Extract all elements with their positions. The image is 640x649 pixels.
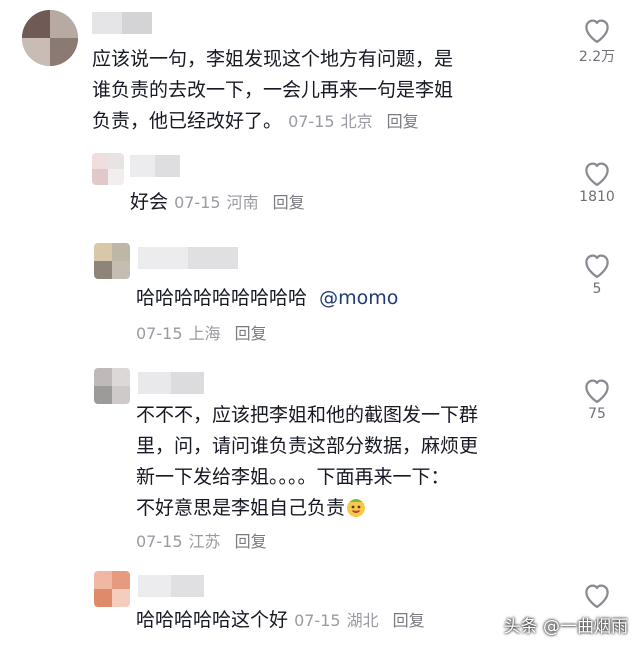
heart-icon bbox=[585, 19, 609, 43]
comment-text: 不不不，应该把李姐和他的截图发一下群 里，问，请问谁负责这部分数据，麻烦更 新一… bbox=[136, 400, 556, 557]
comment-date: 07-15 bbox=[174, 193, 221, 212]
avatar[interactable] bbox=[92, 153, 124, 185]
reply-button[interactable]: 回复 bbox=[273, 193, 305, 212]
comment-item: 哈哈哈哈哈哈哈哈哈 @momo 07-15 上海 回复 5 bbox=[0, 233, 640, 360]
like-button[interactable]: 1810 bbox=[568, 159, 626, 205]
comment-line: 不好意思是李姐自己负责 bbox=[136, 497, 346, 519]
comment-text: 好会 07-15 河南 回复 bbox=[130, 187, 530, 218]
comment-item: 应该说一句，李姐发现这个地方有问题，是 谁负责的去改一下，一会儿再来一句是李姐 … bbox=[0, 0, 640, 145]
comment-line: 谁负责的去改一下，一会儿再来一句是李姐 bbox=[92, 79, 454, 101]
comment-date: 07-15 bbox=[136, 532, 183, 551]
username-blurred[interactable] bbox=[130, 155, 180, 177]
heart-icon bbox=[585, 584, 609, 608]
like-count: 5 bbox=[592, 281, 602, 297]
reply-button[interactable]: 回复 bbox=[235, 324, 267, 343]
mention-link[interactable]: @momo bbox=[319, 287, 398, 309]
like-button[interactable]: 75 bbox=[568, 376, 626, 422]
like-count: 75 bbox=[588, 406, 606, 422]
comment-line: 哈哈哈哈哈这个好 bbox=[136, 609, 289, 631]
heart-icon bbox=[585, 254, 609, 278]
like-button[interactable]: 2.2万 bbox=[568, 16, 626, 66]
reply-button[interactable]: 回复 bbox=[235, 532, 267, 551]
comment-line: 好会 bbox=[130, 191, 169, 213]
username-blurred[interactable] bbox=[138, 247, 238, 269]
comment-date: 07-15 bbox=[288, 112, 335, 131]
comment-item: 不不不，应该把李姐和他的截图发一下群 里，问，请问谁负责这部分数据，麻烦更 新一… bbox=[0, 360, 640, 565]
username-blurred[interactable] bbox=[92, 12, 152, 34]
comment-line: 新一下发给李姐。。。。下面再来一下： bbox=[136, 466, 450, 488]
reply-button[interactable]: 回复 bbox=[387, 112, 419, 131]
comment-location: 北京 bbox=[340, 112, 373, 131]
watermark: 头条 @一曲烟雨 bbox=[503, 617, 628, 637]
comment-line: 负责，他已经改好了。 bbox=[92, 110, 283, 132]
like-count: 2.2万 bbox=[578, 49, 616, 65]
avatar[interactable] bbox=[94, 243, 130, 279]
comment-line: 不不不，应该把李姐和他的截图发一下群 bbox=[136, 404, 479, 426]
comment-date: 07-15 bbox=[136, 324, 183, 343]
comment-item: 好会 07-15 河南 回复 1810 bbox=[0, 145, 640, 233]
avatar[interactable] bbox=[94, 571, 130, 607]
avatar[interactable] bbox=[22, 10, 78, 66]
comment-line: 应该说一句，李姐发现这个地方有问题，是 bbox=[92, 48, 454, 70]
comment-location: 湖北 bbox=[346, 611, 379, 630]
comment-text: 应该说一句，李姐发现这个地方有问题，是 谁负责的去改一下，一会儿再来一句是李姐 … bbox=[92, 44, 552, 137]
like-count: 1810 bbox=[579, 189, 615, 205]
comment-text: 哈哈哈哈哈哈哈哈哈 @momo 07-15 上海 回复 bbox=[136, 283, 536, 349]
username-blurred[interactable] bbox=[138, 575, 204, 597]
comment-line: 里，问，请问谁负责这部分数据，麻烦更 bbox=[136, 435, 479, 457]
heart-icon bbox=[585, 162, 609, 186]
like-button[interactable]: 5 bbox=[568, 251, 626, 297]
comment-text: 哈哈哈哈哈这个好 07-15 湖北 回复 bbox=[136, 605, 516, 636]
avatar[interactable] bbox=[94, 368, 130, 404]
username-blurred[interactable] bbox=[138, 372, 204, 394]
like-button[interactable] bbox=[568, 581, 626, 609]
comment-location: 江苏 bbox=[188, 532, 221, 551]
heart-icon bbox=[585, 379, 609, 403]
comment-date: 07-15 bbox=[294, 611, 341, 630]
comment-location: 上海 bbox=[188, 324, 221, 343]
comment-location: 河南 bbox=[226, 193, 259, 212]
reply-button[interactable]: 回复 bbox=[393, 611, 425, 630]
comment-line: 哈哈哈哈哈哈哈哈哈 bbox=[136, 287, 308, 309]
smiling-face-emoji bbox=[347, 499, 366, 517]
